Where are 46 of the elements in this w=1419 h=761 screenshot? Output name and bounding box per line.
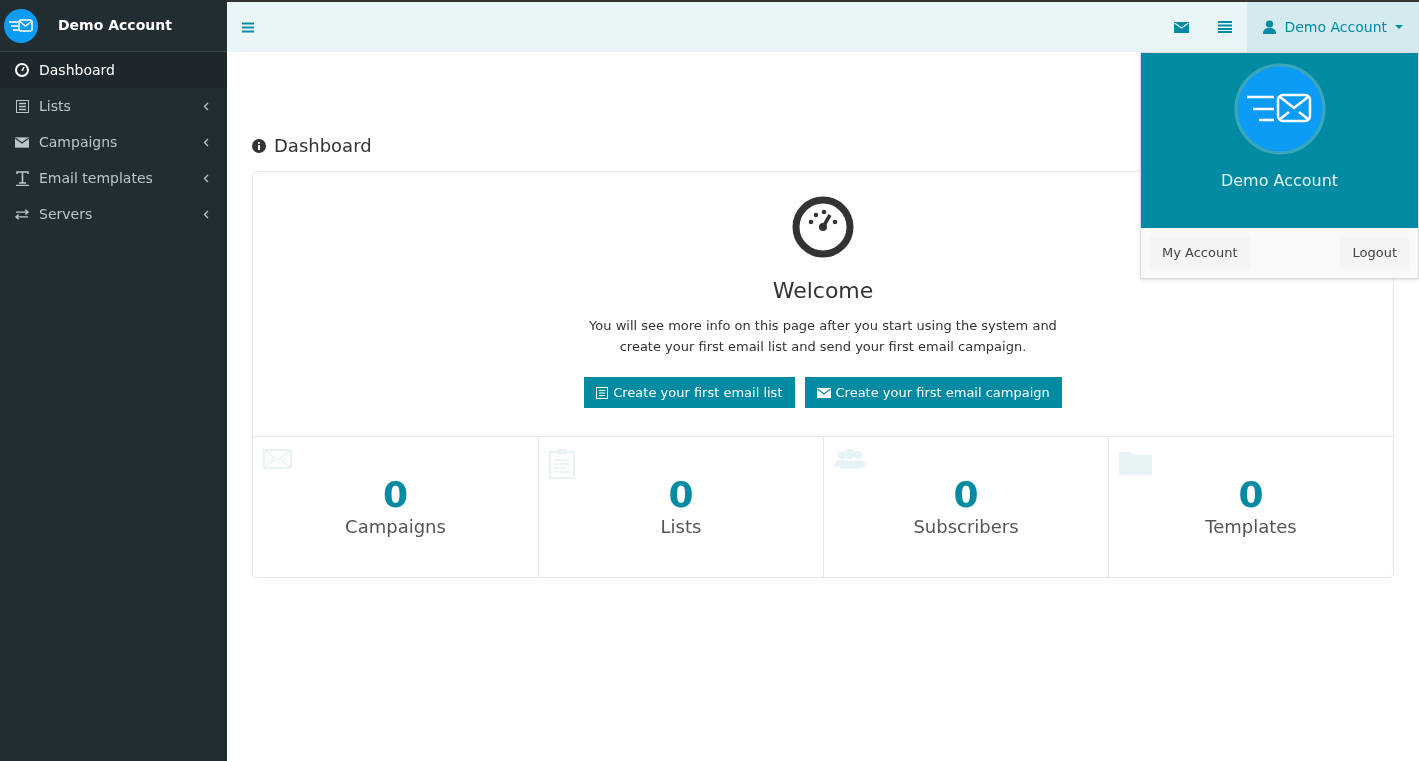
caret-icon: [1395, 25, 1403, 29]
user-icon: [1263, 20, 1277, 34]
envelope-icon: [263, 449, 292, 469]
envelope-icon: [1173, 21, 1189, 33]
dropdown-button[interactable]: My Account: [1150, 237, 1250, 269]
list-icon: [1218, 21, 1233, 33]
sidebar-item[interactable]: Campaigns: [0, 124, 227, 160]
stat-value: 0: [668, 475, 694, 515]
chevron-icon: [203, 173, 209, 183]
info-icon: [252, 138, 266, 153]
stat-value: 0: [382, 475, 409, 515]
users-icon: [834, 449, 866, 469]
envelope-icon: [816, 387, 831, 398]
stat-label: Campaigns: [345, 515, 446, 539]
menu-icon: [242, 21, 254, 33]
logo-icon: [4, 8, 38, 43]
create-button[interactable]: Create your first email list: [584, 377, 795, 408]
list-icon: [15, 99, 29, 113]
folder-icon: [1119, 449, 1152, 475]
envelope-icon: [15, 136, 29, 148]
welcome-text: You will see more info on this page after you start using the system and create your first email list and send your first email campaign.: [588, 317, 1058, 356]
stat-label: Subscribers: [913, 515, 1019, 539]
gauge-icon: [792, 196, 854, 258]
stat-label: Templates: [1205, 515, 1297, 539]
page-title: Dashboard: [274, 134, 372, 158]
welcome-heading: Welcome: [772, 277, 874, 305]
create-button[interactable]: Create your first email campaign: [804, 377, 1062, 408]
profile-name: Demo Account: [1220, 170, 1339, 192]
stat-value: 0: [953, 475, 979, 515]
logo-icon: [1233, 63, 1326, 155]
gauge-icon: [15, 63, 29, 77]
chevron-icon: [203, 209, 209, 219]
chevron-icon: [203, 101, 209, 111]
sidebar-item[interactable]: Email templates: [0, 160, 227, 196]
text-icon: [15, 170, 29, 186]
stat-label: Lists: [660, 515, 702, 539]
sidebar-item[interactable]: Dashboard: [0, 52, 227, 88]
list-icon: [596, 386, 609, 399]
transfer-icon: [15, 208, 29, 220]
sidebar-item[interactable]: Lists: [0, 88, 227, 124]
sidebar-item[interactable]: Servers: [0, 196, 227, 232]
brand-title: Demo Account: [58, 16, 172, 35]
chevron-icon: [203, 137, 209, 147]
dropdown-button[interactable]: Logout: [1340, 237, 1409, 269]
clipboard-icon: [549, 449, 575, 479]
stat-value: 0: [1238, 475, 1264, 515]
